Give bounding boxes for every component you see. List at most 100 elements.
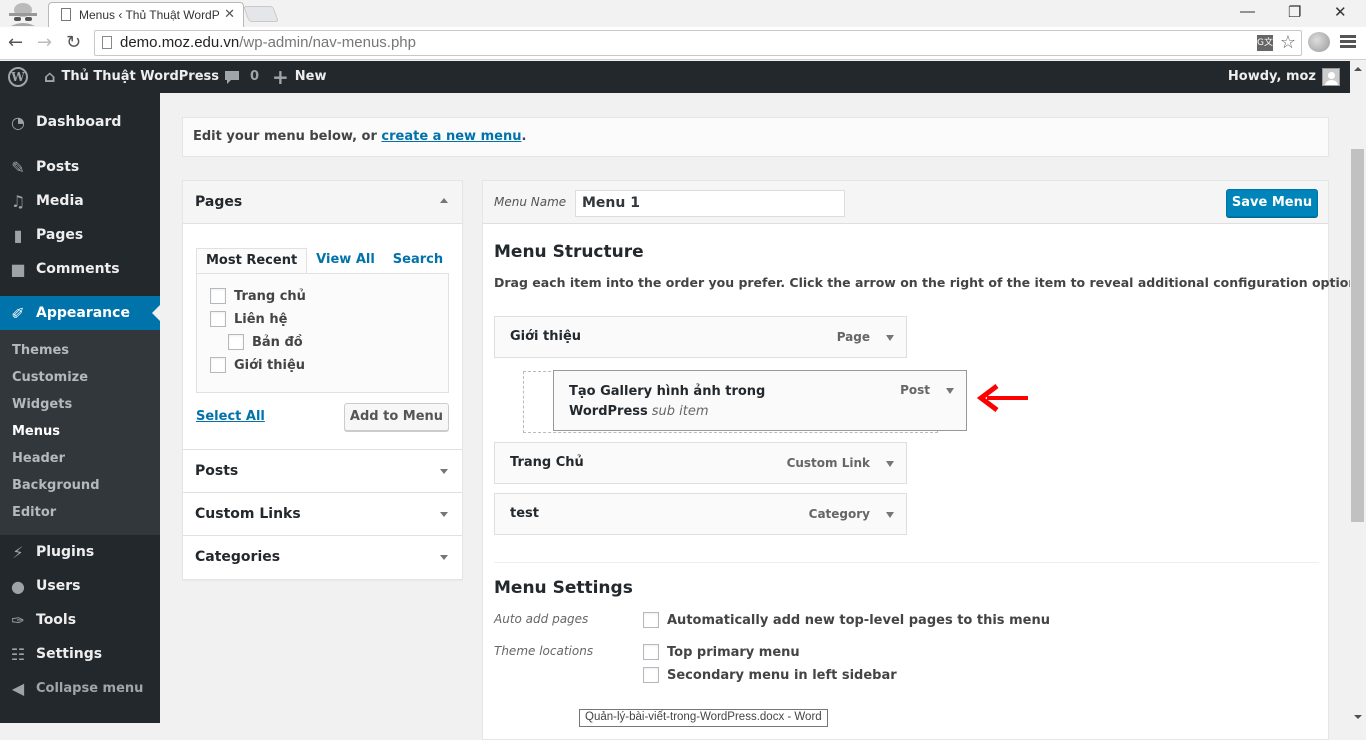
page-scrollbar[interactable] [1350, 61, 1366, 723]
new-content-link[interactable]: + New [272, 61, 326, 93]
page-checkbox-item[interactable]: Giới thiệu [210, 357, 305, 373]
categories-section-header[interactable]: Categories [183, 536, 462, 579]
dashboard-icon: ◔ [11, 112, 25, 132]
sidebar-item-posts[interactable]: ✎ Posts [0, 150, 160, 184]
collapse-menu-button[interactable]: ◀ Collapse menu [0, 671, 160, 705]
sidebar-item-pages[interactable]: ▮ Pages [0, 218, 160, 252]
checkbox[interactable] [643, 667, 659, 683]
checkbox[interactable] [210, 288, 226, 304]
menu-structure-title: Menu Structure [494, 242, 644, 262]
avatar [1322, 68, 1340, 86]
checkbox[interactable] [643, 644, 659, 660]
location-top-primary[interactable]: Top primary menu [643, 644, 800, 660]
submenu-customize[interactable]: Customize [12, 370, 88, 385]
pages-section-body: Most Recent View All Search Trang chủ Li… [183, 224, 462, 450]
scrollbar-thumb[interactable] [1351, 149, 1364, 522]
location-secondary-sidebar[interactable]: Secondary menu in left sidebar [643, 667, 897, 683]
collapse-arrow-icon [440, 198, 448, 203]
translate-icon[interactable]: G文 [1257, 35, 1273, 51]
address-bar[interactable]: demo.moz.edu.vn/wp-admin/nav-menus.php G… [94, 30, 1302, 56]
submenu-menus[interactable]: Menus [12, 424, 60, 439]
sidebar-item-media[interactable]: ♫ Media [0, 184, 160, 218]
create-new-menu-link[interactable]: create a new menu [381, 129, 521, 144]
forward-icon[interactable]: → [37, 32, 52, 53]
bookmark-star-icon[interactable]: ☆ [1280, 32, 1296, 53]
checkbox[interactable] [210, 357, 226, 373]
home-icon: ⌂ [44, 67, 56, 86]
taskbar-tooltip: Quản-lý-bài-viết-trong-WordPress.docx - … [579, 709, 828, 727]
reload-icon[interactable]: ↻ [66, 32, 81, 53]
sub-item-label: sub item [651, 404, 709, 419]
add-to-menu-button[interactable]: Add to Menu [344, 403, 449, 431]
submenu-background[interactable]: Background [12, 478, 100, 493]
tab-most-recent[interactable]: Most Recent [196, 248, 308, 274]
tab-view-all[interactable]: View All [307, 248, 384, 273]
auto-add-label: Auto add pages [494, 612, 589, 626]
sidebar-item-plugins[interactable]: ⚡ Plugins [0, 535, 160, 569]
checkbox[interactable] [643, 612, 659, 628]
submenu-widgets[interactable]: Widgets [12, 397, 72, 412]
menu-item[interactable]: Trang Chủ Custom Link [494, 442, 907, 484]
new-tab-button[interactable] [243, 6, 279, 22]
sidebar-item-comments[interactable]: ■ Comments [0, 252, 160, 286]
manage-menus-notice: Edit your menu below, or create a new me… [182, 117, 1329, 157]
sidebar-item-appearance[interactable]: ✐ Appearance [0, 296, 160, 330]
tab-close-icon[interactable]: ✕ [224, 7, 235, 22]
auto-add-pages-option[interactable]: Automatically add new top-level pages to… [643, 612, 1050, 628]
theme-locations-label: Theme locations [494, 644, 594, 658]
comment-icon: ■ [10, 259, 26, 279]
menu-item[interactable]: test Category [494, 493, 907, 535]
sidebar-item-settings[interactable]: ☷ Settings [0, 637, 160, 671]
page-checkbox-item[interactable]: Liên hệ [210, 311, 287, 327]
item-expand-arrow-icon[interactable] [886, 512, 894, 518]
most-recent-panel: Trang chủ Liên hệ Bản đồ Giới thiệu [196, 273, 449, 393]
new-label: New [294, 69, 327, 84]
item-expand-arrow-icon[interactable] [886, 335, 894, 341]
posts-section-header[interactable]: Posts [183, 450, 462, 493]
close-window-button[interactable]: ✕ [1334, 3, 1347, 21]
menu-item-dragging[interactable]: Tạo Gallery hình ảnh trong WordPress sub … [553, 370, 967, 431]
comments-link[interactable]: 0 [224, 61, 259, 93]
menu-item[interactable]: Giới thiệu Page [494, 316, 907, 358]
checkbox[interactable] [228, 334, 244, 350]
wp-logo-button[interactable]: W [8, 61, 28, 93]
item-expand-arrow-icon[interactable] [946, 388, 954, 394]
site-name: Thủ Thuật WordPress [61, 69, 220, 84]
section-divider [494, 562, 1319, 563]
browser-menu-icon[interactable] [1340, 35, 1356, 50]
sidebar-item-tools[interactable]: ✑ Tools [0, 603, 160, 637]
media-icon: ♫ [10, 191, 26, 211]
submenu-themes[interactable]: Themes [12, 343, 69, 358]
browser-tab[interactable]: Menus ‹ Thủ Thuật WordP ✕ [48, 2, 244, 27]
custom-links-section-header[interactable]: Custom Links [183, 493, 462, 536]
submenu-header[interactable]: Header [12, 451, 65, 466]
submenu-editor[interactable]: Editor [12, 505, 56, 520]
menu-settings-title: Menu Settings [494, 578, 633, 598]
extension-icon[interactable] [1308, 32, 1330, 52]
save-menu-button[interactable]: Save Menu [1226, 189, 1318, 217]
checkbox[interactable] [210, 311, 226, 327]
page-checkbox-item[interactable]: Trang chủ [210, 288, 306, 304]
page-checkbox-item[interactable]: Bản đồ [228, 334, 303, 350]
restore-button[interactable]: ❐ [1288, 3, 1301, 21]
select-all-link[interactable]: Select All [196, 409, 265, 424]
pages-tabs: Most Recent View All Search [196, 248, 452, 274]
scroll-up-arrow-icon[interactable] [1354, 67, 1362, 71]
menu-name-input[interactable]: Menu 1 [575, 190, 845, 217]
wp-admin-bar: W ⌂ Thủ Thuật WordPress 0 + New Howdy, m… [0, 61, 1350, 93]
sidebar-item-dashboard[interactable]: ◔ Dashboard [0, 105, 160, 139]
minimize-button[interactable]: — [1240, 3, 1255, 20]
brush-icon: ✐ [11, 303, 25, 323]
site-name-link[interactable]: ⌂ Thủ Thuật WordPress [44, 61, 219, 93]
wrench-icon: ✑ [11, 610, 25, 630]
plug-icon: ⚡ [12, 542, 24, 562]
scroll-down-arrow-icon[interactable] [1354, 715, 1362, 719]
add-menu-items-accordion: Pages Most Recent View All Search Trang … [182, 180, 463, 580]
my-account-link[interactable]: Howdy, moz [1228, 61, 1340, 93]
sidebar-item-users[interactable]: ● Users [0, 569, 160, 603]
menu-editor: Menu Name Menu 1 Save Menu Menu Structur… [482, 180, 1366, 740]
tab-search[interactable]: Search [384, 248, 452, 273]
back-icon[interactable]: ← [8, 32, 23, 53]
item-expand-arrow-icon[interactable] [886, 461, 894, 467]
pages-section-header[interactable]: Pages [183, 181, 462, 224]
